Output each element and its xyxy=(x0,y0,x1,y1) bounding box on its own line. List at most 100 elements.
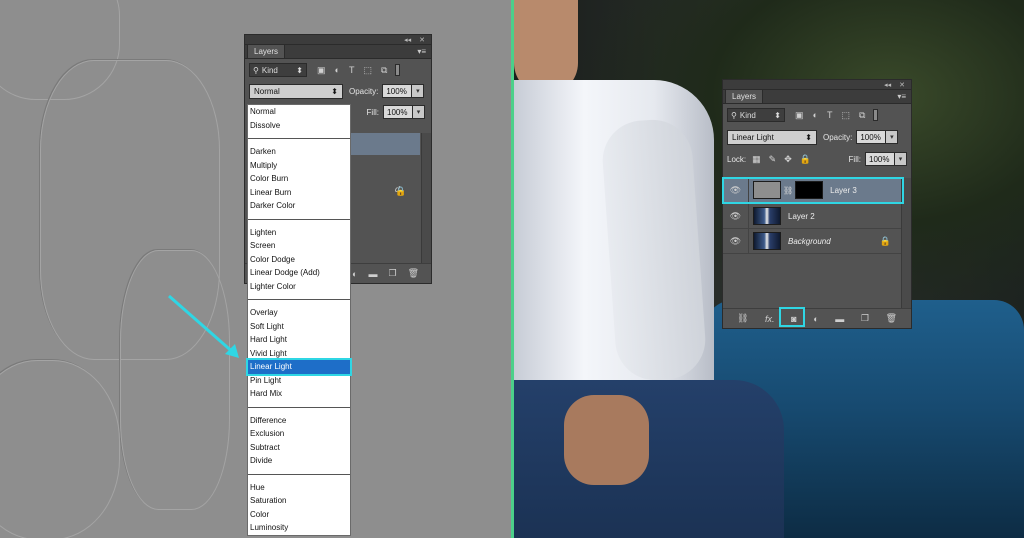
lock-all-icon[interactable]: 🔒 xyxy=(800,154,811,165)
kind-filter-select[interactable]: ⚲ Kind ⬍ xyxy=(727,108,785,122)
blend-mode-option[interactable]: Subtract xyxy=(248,441,350,455)
folder-icon[interactable]: ▬ xyxy=(835,314,844,324)
opacity-field[interactable]: 100% xyxy=(382,84,413,98)
trash-icon[interactable]: 🗑 xyxy=(408,268,419,279)
blend-mode-option[interactable]: Difference xyxy=(248,414,350,428)
emboss-hands xyxy=(0,360,120,538)
emboss-arm xyxy=(120,250,230,510)
blend-mode-option[interactable]: Linear Burn xyxy=(248,186,350,200)
blend-mode-dropdown[interactable]: Normal Dissolve Darken Multiply Color Burn Li… xyxy=(246,104,352,536)
panel-footer: ⛓ fx. ◙ ◐ ▬ ❐ 🗑 xyxy=(723,308,911,328)
close-icon[interactable]: ✕ xyxy=(899,81,905,89)
collapse-icon[interactable]: ◂◂ xyxy=(884,81,891,89)
close-icon[interactable]: ✕ xyxy=(419,36,425,44)
opacity-dropdown-icon[interactable]: ▾ xyxy=(412,84,425,98)
pixel-filter-icon[interactable]: ▣ xyxy=(317,65,326,76)
chevron-icon: ⬍ xyxy=(296,65,303,75)
shape-filter-icon[interactable]: ⬚ xyxy=(841,110,850,121)
opacity-dropdown-icon[interactable]: ▾ xyxy=(886,130,899,144)
layers-tab[interactable]: Layers xyxy=(725,89,764,103)
selected-layer-row[interactable] xyxy=(350,133,420,155)
layers-scrollbar[interactable] xyxy=(421,133,431,263)
shirt-sleeve xyxy=(600,117,708,383)
fx-icon[interactable]: fx. xyxy=(765,314,775,324)
blend-mode-option[interactable]: Multiply xyxy=(248,159,350,173)
adjustment-icon[interactable]: ◐ xyxy=(813,314,818,324)
layer-name: Background xyxy=(788,236,831,246)
blend-mode-option[interactable]: Dissolve xyxy=(248,119,350,133)
blend-mode-option[interactable]: Lighter Color xyxy=(248,280,350,294)
blend-mode-option[interactable]: Color xyxy=(248,508,350,522)
blend-mode-option[interactable]: Luminosity xyxy=(248,521,350,535)
fill-field[interactable]: 100% xyxy=(865,152,895,166)
blend-mode-option[interactable]: Pin Light xyxy=(248,374,350,388)
blend-mode-option[interactable]: Color Burn xyxy=(248,172,350,186)
blend-mode-select[interactable]: Normal ⬍ xyxy=(249,83,343,99)
trash-icon[interactable]: 🗑 xyxy=(886,313,897,324)
blend-mode-option[interactable]: Saturation xyxy=(248,494,350,508)
hand xyxy=(564,395,649,485)
lock-icon: 🔒 xyxy=(879,235,891,246)
blend-mode-option[interactable]: Normal xyxy=(248,105,350,119)
blend-mode-option[interactable]: Overlay xyxy=(248,306,350,320)
filter-toggle[interactable] xyxy=(873,109,879,121)
blend-mode-option[interactable]: Hue xyxy=(248,481,350,495)
blend-mode-option[interactable]: Hard Light xyxy=(248,333,350,347)
type-filter-icon[interactable]: T xyxy=(827,110,833,121)
menu-separator xyxy=(248,138,350,139)
blend-mode-option[interactable]: Darker Color xyxy=(248,199,350,213)
panel-menu-icon[interactable]: ▾≡ xyxy=(897,92,911,103)
blend-mode-option[interactable]: Lighten xyxy=(248,226,350,240)
lock-transparency-icon[interactable]: ▦ xyxy=(752,154,761,165)
adjustment-icon[interactable]: ◐ xyxy=(352,269,357,279)
blend-mode-option[interactable]: Color Dodge xyxy=(248,253,350,267)
filter-toggle[interactable] xyxy=(395,64,401,76)
menu-separator xyxy=(248,299,350,300)
blend-mode-option[interactable]: Screen xyxy=(248,239,350,253)
blend-mode-option[interactable]: Vivid Light xyxy=(248,347,350,361)
blend-mode-option[interactable]: Hard Mix xyxy=(248,387,350,401)
blend-mode-option[interactable]: Linear Dodge (Add) xyxy=(248,266,350,280)
opacity-field[interactable]: 100% xyxy=(856,130,887,144)
smart-object-filter-icon[interactable]: ⧉ xyxy=(381,65,387,76)
layers-panel-right: ◂◂ ✕ Layers ▾≡ ⚲ Kind ⬍ ▣ ◐ T ⬚ ⧉ Linear … xyxy=(722,79,912,329)
blend-mode-option[interactable]: Exclusion xyxy=(248,427,350,441)
kind-filter-select[interactable]: ⚲ Kind ⬍ xyxy=(249,63,307,77)
panel-menu-icon[interactable]: ▾≡ xyxy=(417,47,431,58)
lock-pixels-icon[interactable]: ✎ xyxy=(769,154,777,165)
menu-separator xyxy=(248,406,350,408)
adjustment-filter-icon[interactable]: ◐ xyxy=(813,110,818,121)
chevron-icon: ⬍ xyxy=(331,86,338,96)
blend-mode-option[interactable]: Soft Light xyxy=(248,320,350,334)
blend-mode-select[interactable]: Linear Light ⬍ xyxy=(727,129,817,145)
layer-row-layer2[interactable]: 👁 Layer 2 xyxy=(723,204,901,229)
fill-dropdown-icon[interactable]: ▾ xyxy=(413,105,425,119)
fill-field[interactable]: 100% xyxy=(383,105,413,119)
shape-filter-icon[interactable]: ⬚ xyxy=(363,65,372,76)
new-layer-icon[interactable]: ❐ xyxy=(388,268,396,279)
lock-position-icon[interactable]: ✥ xyxy=(784,154,792,165)
layer-name: Layer 2 xyxy=(788,211,815,221)
opacity-label: Opacity: xyxy=(349,86,379,96)
blend-mode-option[interactable]: Darken xyxy=(248,145,350,159)
opacity-label: Opacity: xyxy=(823,132,853,142)
folder-icon[interactable]: ▬ xyxy=(368,269,377,279)
eye-icon[interactable]: 👁 xyxy=(723,229,749,253)
smart-object-filter-icon[interactable]: ⧉ xyxy=(859,110,865,121)
type-filter-icon[interactable]: T xyxy=(349,65,355,76)
menu-separator xyxy=(248,473,350,475)
link-icon[interactable]: ⛓ xyxy=(737,313,748,324)
pixel-filter-icon[interactable]: ▣ xyxy=(795,110,804,121)
eye-icon[interactable]: 👁 xyxy=(723,204,749,228)
menu-separator xyxy=(248,218,350,220)
blend-mode-option[interactable]: Linear Light xyxy=(246,358,352,376)
lock-icon: 🔒 xyxy=(395,186,407,196)
layers-tab[interactable]: Layers xyxy=(247,44,286,58)
blend-mode-option[interactable]: Divide xyxy=(248,454,350,468)
collapse-icon[interactable]: ◂◂ xyxy=(404,36,411,44)
adjustment-filter-icon[interactable]: ◐ xyxy=(335,65,340,76)
blend-mode-value: Normal xyxy=(254,86,280,96)
fill-dropdown-icon[interactable]: ▾ xyxy=(895,152,907,166)
new-layer-icon[interactable]: ❐ xyxy=(861,313,869,324)
layer-row-background[interactable]: 👁 Background 🔒 xyxy=(723,229,901,254)
